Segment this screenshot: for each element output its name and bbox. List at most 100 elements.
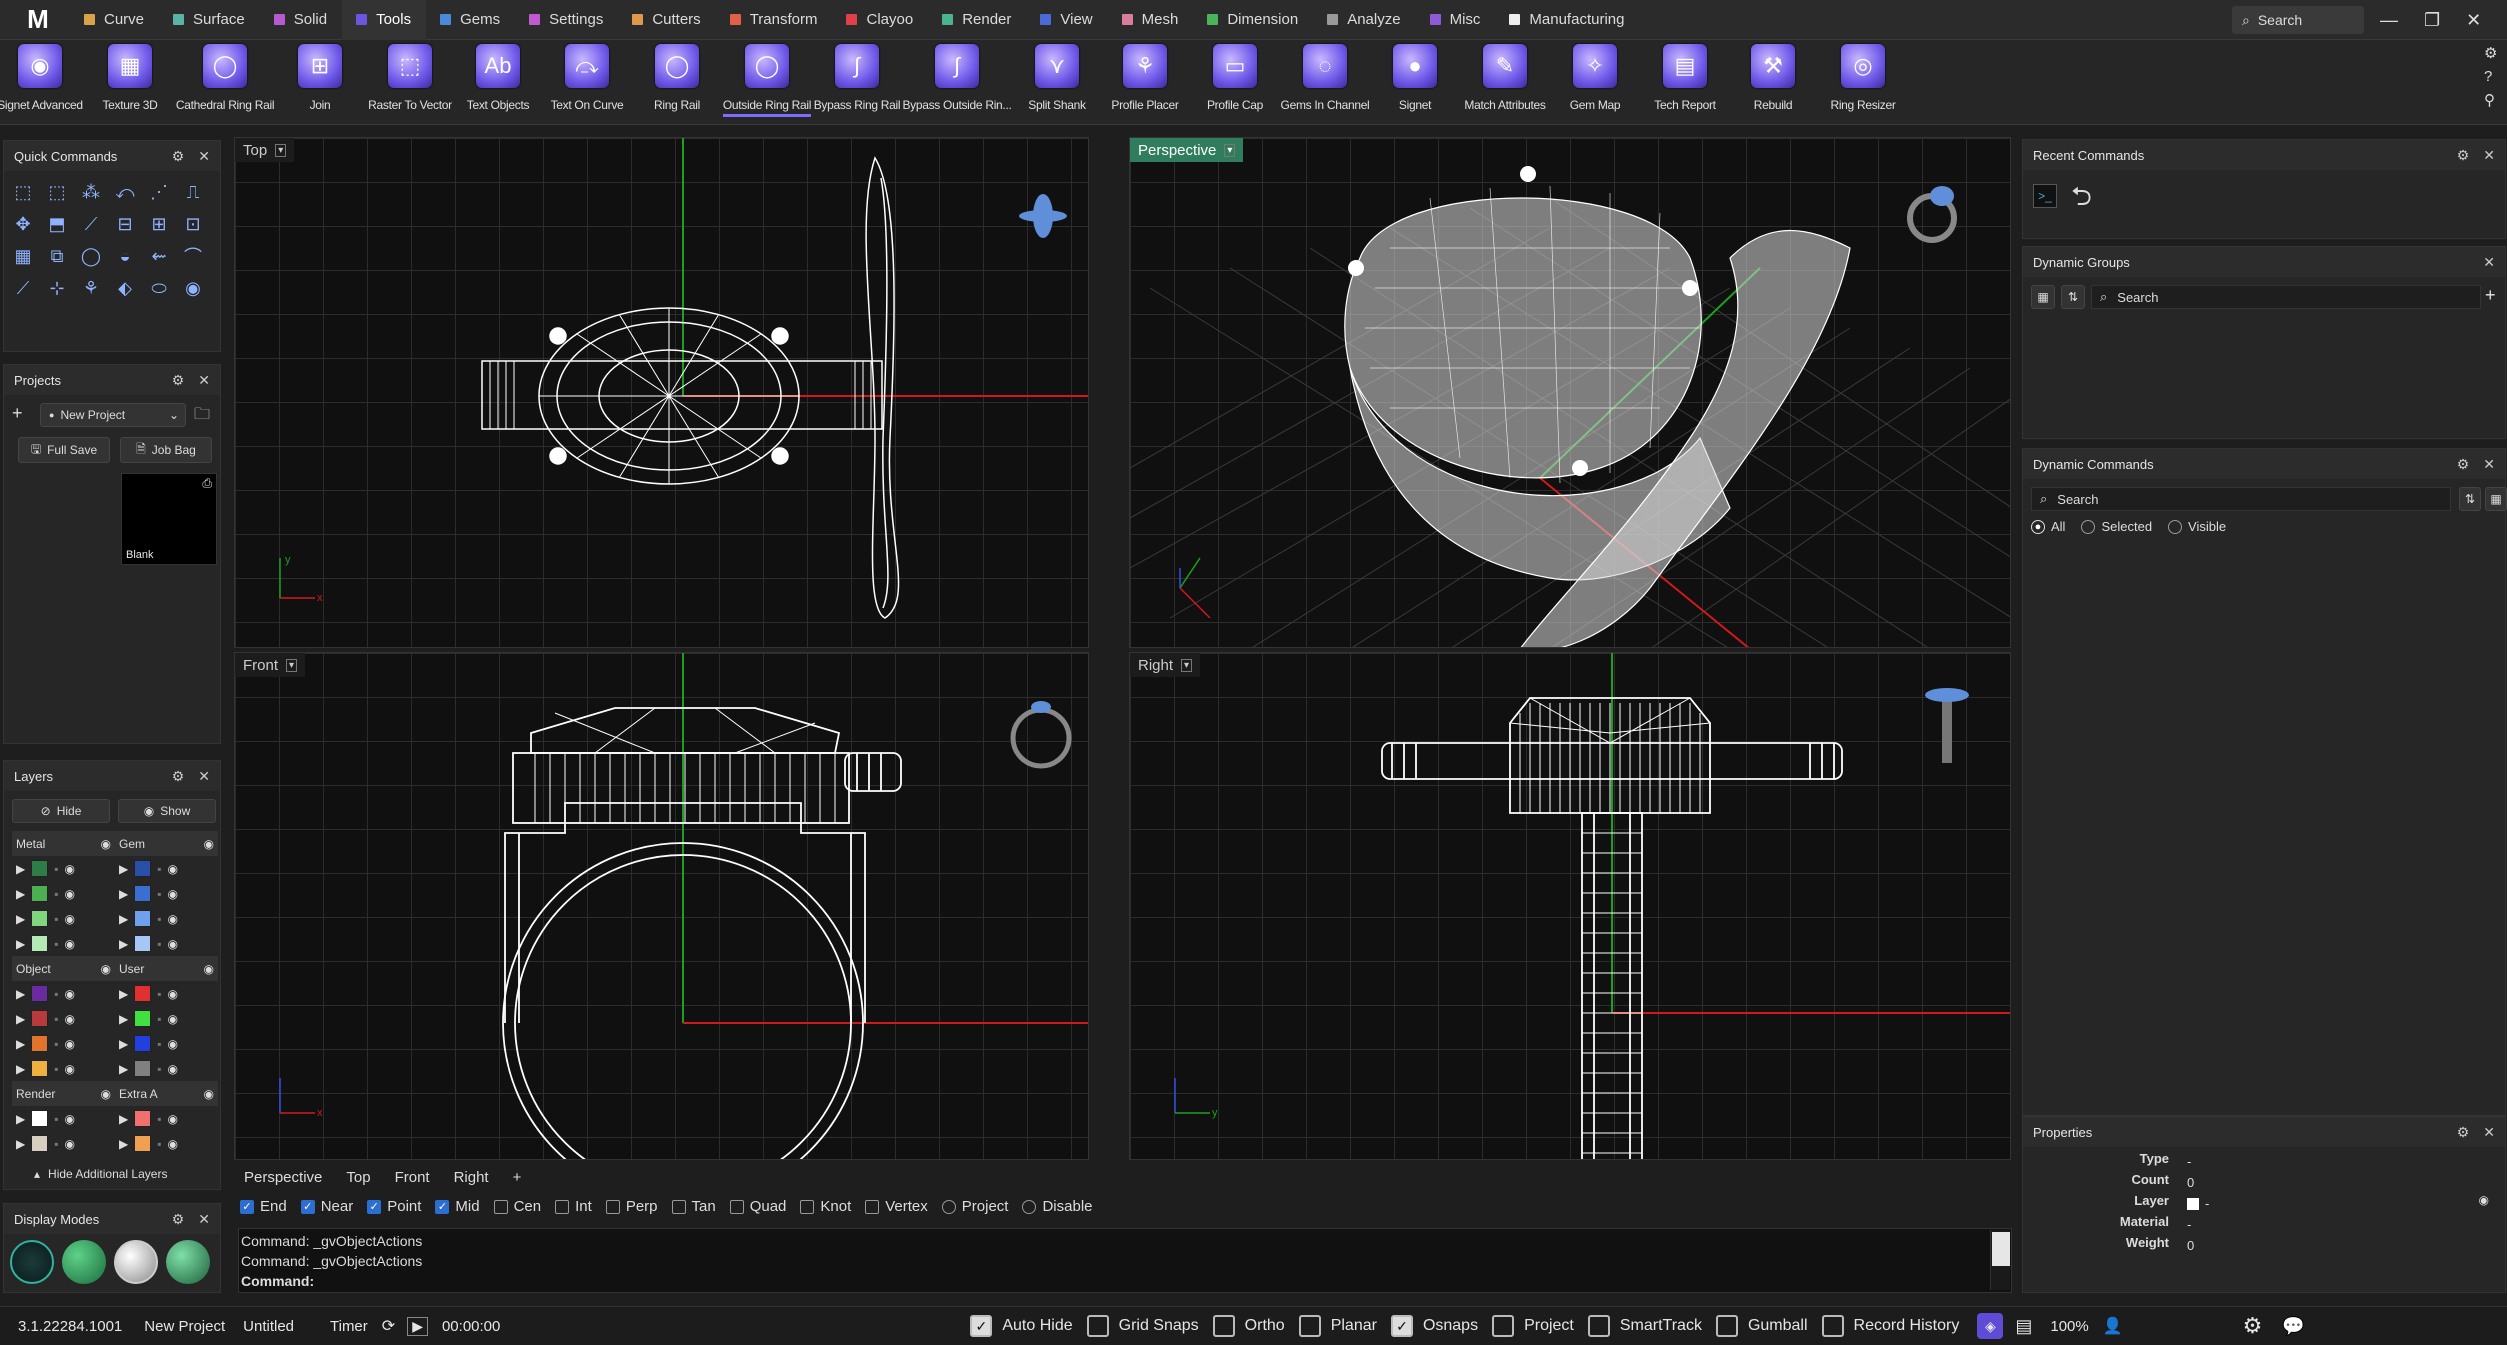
add-group-icon[interactable]: + <box>2485 285 2496 306</box>
ribbon-tool[interactable]: ✧ Gem Map <box>1549 44 1641 112</box>
terminal-icon[interactable]: >_ <box>2033 184 2057 208</box>
osnap-toggle[interactable]: Perp <box>605 1198 658 1215</box>
checkbox-icon[interactable]: ✓ <box>240 1199 254 1214</box>
eye-icon[interactable]: ◉ <box>168 887 178 901</box>
view-tab[interactable]: Top <box>346 1169 370 1186</box>
eye-icon[interactable]: ◉ <box>168 1012 178 1026</box>
radio-icon[interactable] <box>2081 519 2096 534</box>
layer-group-header[interactable]: Object ◉ User ◉ <box>12 956 218 981</box>
menu-tab[interactable]: Cutters <box>618 0 715 40</box>
quick-command-icon[interactable]: ⬒ <box>44 211 70 237</box>
lock-icon[interactable]: ▪ <box>157 912 161 926</box>
layer-color-swatch[interactable] <box>134 1135 152 1152</box>
checkbox-icon[interactable] <box>1212 1315 1235 1337</box>
play-icon[interactable]: ▶ <box>119 987 128 1001</box>
eye-icon[interactable]: ◉ <box>168 862 178 876</box>
gear-icon[interactable]: ⚙ <box>172 768 185 785</box>
layer-color-swatch[interactable] <box>134 1010 152 1027</box>
layer-group-right[interactable]: Extra A ◉ <box>115 1087 218 1101</box>
quick-command-icon[interactable]: ⟋ <box>78 211 104 237</box>
ribbon-tool[interactable]: ▤ Tech Report <box>1639 44 1731 112</box>
play-icon[interactable]: ▶ <box>119 1037 128 1051</box>
export-icon[interactable]: ⎙ <box>202 476 212 491</box>
filter-radio[interactable]: Visible <box>2168 519 2226 534</box>
lock-icon[interactable]: ▪ <box>157 862 161 876</box>
osnap-toggle[interactable]: ✓ Mid <box>435 1198 480 1215</box>
status-toggle[interactable]: ✓ Osnaps <box>1390 1315 1478 1337</box>
play-icon[interactable]: ▶ <box>16 1062 25 1076</box>
close-icon[interactable]: ✕ <box>198 148 210 165</box>
ribbon-tool[interactable]: ◉ Signet Advanced <box>0 44 86 112</box>
project-select[interactable]: ● New Project ⌄ <box>40 403 186 427</box>
quick-command-icon[interactable]: ◒ <box>112 243 138 269</box>
ribbon-tool[interactable]: ▦ Texture 3D <box>84 44 176 112</box>
layer-group-header[interactable]: Render ◉ Extra A ◉ <box>12 1081 218 1106</box>
osnap-toggle[interactable]: ✓ End <box>240 1198 287 1215</box>
checkbox-icon[interactable] <box>671 1199 686 1214</box>
dynamic-groups-search-input[interactable]: ⌕ Search <box>2091 285 2481 309</box>
ribbon-tool[interactable]: ◯ Ring Rail <box>631 44 723 112</box>
sort-icon[interactable]: ⇅ <box>2061 285 2085 309</box>
dynamic-commands-search-input[interactable]: ⌕ Search <box>2031 487 2451 511</box>
close-icon[interactable]: ✕ <box>2483 1124 2495 1141</box>
lock-icon[interactable]: ▪ <box>157 1137 161 1151</box>
status-toggle[interactable]: Project <box>1492 1315 1574 1337</box>
checkbox-icon[interactable] <box>729 1199 744 1214</box>
project-thumbnail[interactable]: ⎙ Blank <box>121 473 217 565</box>
quick-command-icon[interactable]: ⧉ <box>44 243 70 269</box>
undo-icon[interactable]: ⮌ <box>2071 183 2092 209</box>
play-icon[interactable]: ▶ <box>16 1112 25 1126</box>
layer-color-swatch[interactable] <box>31 860 49 877</box>
layer-color-swatch[interactable] <box>31 985 49 1002</box>
lock-icon[interactable]: ▪ <box>157 1112 161 1126</box>
view-tab[interactable]: Perspective <box>244 1169 322 1186</box>
play-icon[interactable]: ▶ <box>16 937 25 951</box>
radio-icon[interactable]: ● <box>2031 519 2045 534</box>
play-icon[interactable]: ▶ <box>16 1012 25 1026</box>
lock-icon[interactable]: ▪ <box>157 1037 161 1051</box>
layer-row[interactable]: ▶ ▪ ◉ ▶ ▪ ◉ <box>12 1131 218 1156</box>
layer-color-swatch[interactable] <box>134 860 152 877</box>
menu-tab[interactable]: Settings <box>515 0 618 40</box>
job-bag-button[interactable]: 🗎 Job Bag <box>120 437 212 463</box>
layer-color-swatch[interactable] <box>134 885 152 902</box>
eye-icon[interactable]: ◉ <box>168 1112 178 1126</box>
layer-row[interactable]: ▶ ▪ ◉ ▶ ▪ ◉ <box>12 881 218 906</box>
quick-command-icon[interactable]: ⊟ <box>112 211 138 237</box>
filter-radio[interactable]: Selected <box>2081 519 2152 534</box>
eye-icon[interactable]: ◉ <box>168 937 178 951</box>
checkbox-icon[interactable] <box>555 1199 570 1214</box>
lock-icon[interactable]: ▪ <box>157 1062 161 1076</box>
play-icon[interactable]: ▶ <box>119 887 128 901</box>
eye-icon[interactable]: ◉ <box>2479 1193 2489 1214</box>
osnap-toggle[interactable]: ✓ Point <box>367 1198 421 1215</box>
ribbon-tool[interactable]: ● Signet <box>1369 44 1461 112</box>
quick-command-icon[interactable]: ⬭ <box>146 275 172 301</box>
quick-command-icon[interactable]: ◯ <box>78 243 104 269</box>
status-toggle[interactable]: ✓ Auto Hide <box>970 1315 1073 1337</box>
ribbon-tool[interactable]: ∫ Bypass Ring Rail <box>811 44 903 112</box>
shield-icon[interactable]: ◈ <box>1977 1313 2004 1339</box>
menu-tab[interactable]: Analyze <box>1313 0 1415 40</box>
help-icon[interactable]: ? <box>2484 68 2497 85</box>
layer-group-left[interactable]: Object ◉ <box>12 962 115 976</box>
ribbon-tool[interactable]: ⬚ Raster To Vector <box>364 44 456 112</box>
ribbon-tool[interactable]: ✎ Match Attributes <box>1459 44 1551 112</box>
eye-icon[interactable]: ◉ <box>101 962 111 976</box>
right-viewport[interactable]: Right ▾ y <box>1129 652 2011 1160</box>
menu-tab[interactable]: Misc <box>1416 0 1496 40</box>
ribbon-tool[interactable]: ◎ Ring Resizer <box>1817 44 1909 112</box>
menu-tab[interactable]: Dimension <box>1193 0 1313 40</box>
eye-icon[interactable]: ◉ <box>65 1137 75 1151</box>
radio-icon[interactable] <box>2168 519 2183 534</box>
eye-icon[interactable]: ◉ <box>65 912 75 926</box>
osnap-toggle[interactable]: Disable <box>1022 1198 1093 1215</box>
menu-tab[interactable]: Tools <box>342 0 427 40</box>
gear-icon[interactable]: ⚙ <box>172 372 185 389</box>
eye-icon[interactable]: ◉ <box>168 987 178 1001</box>
checkbox-icon[interactable] <box>1086 1315 1109 1337</box>
eye-icon[interactable]: ◉ <box>101 837 111 851</box>
layer-row[interactable]: ▶ ▪ ◉ ▶ ▪ ◉ <box>12 1106 218 1131</box>
menu-tab[interactable]: Curve <box>70 0 159 40</box>
lock-icon[interactable]: ▪ <box>54 937 58 951</box>
